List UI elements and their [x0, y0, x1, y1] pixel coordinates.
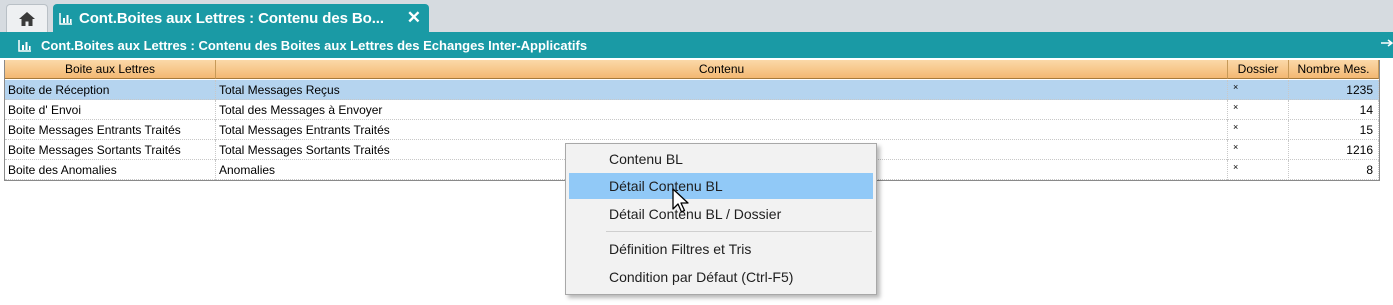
cell-nombre: 15	[1289, 120, 1379, 140]
tab-strip: Cont.Boites aux Lettres : Contenu des Bo…	[0, 0, 1393, 32]
cell-contenu: Total des Messages à Envoyer	[216, 100, 1228, 120]
menu-item-detail-contenu-bl[interactable]: Détail Contenu BL	[569, 173, 873, 199]
window-title-bar: Cont.Boites aux Lettres : Contenu des Bo…	[0, 32, 1393, 58]
menu-separator	[606, 231, 872, 232]
column-header-boite[interactable]: Boite aux Lettres	[5, 60, 216, 79]
context-menu: Contenu BL Détail Contenu BL Détail Cont…	[565, 143, 877, 295]
table-row[interactable]: Boite de Réception Total Messages Reçus …	[5, 80, 1379, 100]
menu-item-contenu-bl[interactable]: Contenu BL	[569, 146, 873, 172]
cell-nombre: 14	[1289, 100, 1379, 120]
cell-dossier: ×	[1228, 120, 1289, 140]
cell-boite: Boite Messages Entrants Traités	[5, 120, 216, 140]
mouse-pointer-icon	[672, 188, 689, 213]
cell-contenu: Total Messages Entrants Traités	[216, 120, 1228, 140]
cell-nombre: 1235	[1289, 80, 1379, 100]
table-row[interactable]: Boite Messages Entrants Traités Total Me…	[5, 120, 1379, 140]
tab-cont-boites[interactable]: Cont.Boites aux Lettres : Contenu des Bo…	[53, 4, 429, 32]
cell-nombre: 8	[1289, 160, 1379, 180]
chart-icon	[18, 39, 31, 52]
menu-item-condition-defaut[interactable]: Condition par Défaut (Ctrl-F5)	[569, 264, 873, 290]
page-title: Cont.Boites aux Lettres : Contenu des Bo…	[41, 37, 588, 53]
cell-dossier: ×	[1228, 160, 1289, 180]
menu-item-detail-contenu-bl-dossier[interactable]: Détail Contenu BL / Dossier	[569, 201, 873, 227]
cell-dossier: ×	[1228, 80, 1289, 100]
menu-item-definition-filtres[interactable]: Définition Filtres et Tris	[569, 236, 873, 262]
cell-nombre: 1216	[1289, 140, 1379, 160]
cell-boite: Boite des Anomalies	[5, 160, 216, 180]
cell-boite: Boite Messages Sortants Traités	[5, 140, 216, 160]
home-icon	[19, 11, 35, 26]
column-header-contenu[interactable]: Contenu	[216, 60, 1228, 79]
column-header-dossier[interactable]: Dossier	[1228, 60, 1289, 79]
close-icon[interactable]: ✕	[407, 8, 421, 28]
table-row[interactable]: Boite d' Envoi Total des Messages à Envo…	[5, 100, 1379, 120]
cell-boite: Boite d' Envoi	[5, 100, 216, 120]
cell-dossier: ×	[1228, 140, 1289, 160]
tab-label: Cont.Boites aux Lettres : Contenu des Bo…	[79, 9, 384, 27]
cell-boite: Boite de Réception	[5, 80, 216, 100]
cell-contenu: Total Messages Reçus	[216, 80, 1228, 100]
cell-dossier: ×	[1228, 100, 1289, 120]
pin-icon[interactable]	[1379, 36, 1393, 50]
home-tab[interactable]	[6, 4, 48, 32]
column-header-nombre[interactable]: Nombre Mes.	[1289, 60, 1379, 79]
chart-icon	[59, 12, 72, 25]
